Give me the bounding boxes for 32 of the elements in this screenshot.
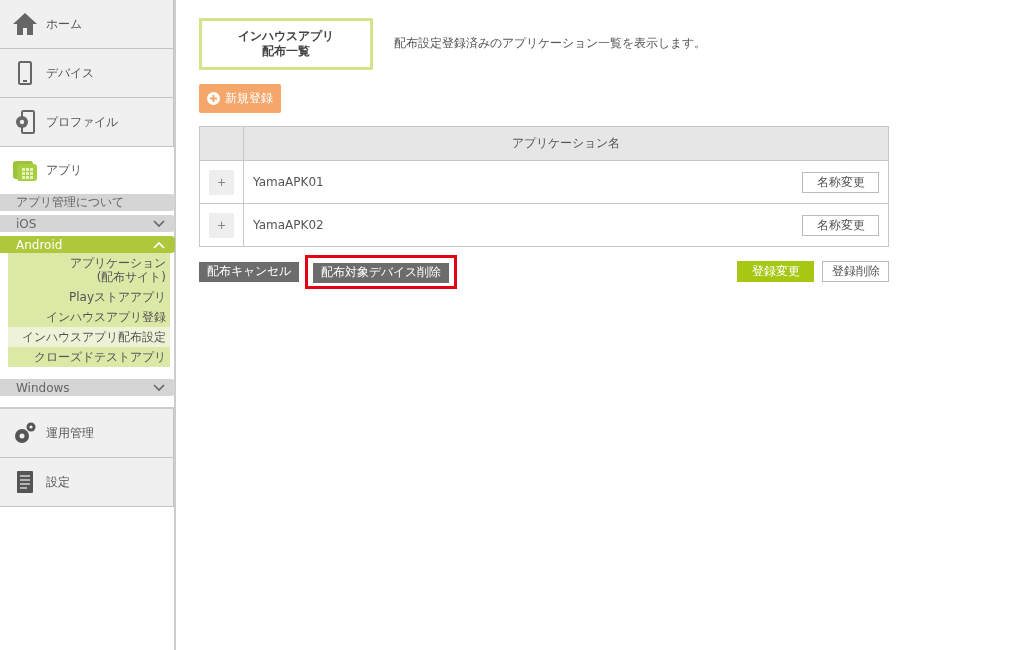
menu-bar[interactable]: iOS — [0, 215, 175, 232]
expand-chevron-icon — [153, 383, 165, 392]
submenu-item[interactable]: インハウスアプリ登録 — [8, 307, 170, 327]
expand-button[interactable]: + — [209, 212, 234, 238]
nav-item[interactable]: 設定 — [0, 458, 174, 507]
nav-item[interactable]: プロファイル — [0, 98, 174, 147]
action-button[interactable]: 配布キャンセル — [199, 261, 299, 282]
submenu-item[interactable]: アプリケーション (配布サイト) — [8, 253, 170, 287]
rename-button[interactable]: 名称変更 — [802, 214, 879, 236]
app-name: YamaAPK02 — [253, 218, 324, 232]
collapse-chevron-icon — [153, 240, 165, 249]
nav-item[interactable]: 運用管理 — [0, 409, 174, 458]
plus-circle-icon — [207, 92, 220, 105]
expand-button[interactable]: + — [209, 169, 234, 195]
page-title: 配布一覧 — [262, 44, 310, 59]
description-text: 配布設定登録済みのアプリケーション一覧を表示します。 — [394, 34, 706, 52]
column-header: アプリケーション名 — [511, 135, 621, 152]
submenu-item[interactable]: クローズドテストアプリ — [8, 347, 170, 367]
home-icon — [11, 12, 39, 36]
action-button[interactable]: 登録削除 — [822, 261, 889, 283]
expand-chevron-icon — [153, 219, 165, 228]
rename-button[interactable]: 名称変更 — [802, 171, 879, 193]
nav-item[interactable]: ホーム — [0, 0, 174, 49]
submenu-item[interactable]: Playストアアプリ — [8, 287, 170, 307]
menu-bar[interactable]: アプリ管理について — [0, 194, 175, 211]
app-folder-icon — [11, 159, 39, 182]
submenu-item[interactable]: インハウスアプリ配布設定 — [8, 327, 170, 347]
page-title: インハウスアプリ — [238, 29, 334, 44]
menu-bar[interactable]: Windows — [0, 379, 175, 396]
app-name: YamaAPK01 — [253, 175, 324, 189]
action-button[interactable]: 配布対象デバイス削除 — [313, 262, 449, 283]
nav-item[interactable]: デバイス — [0, 49, 174, 98]
